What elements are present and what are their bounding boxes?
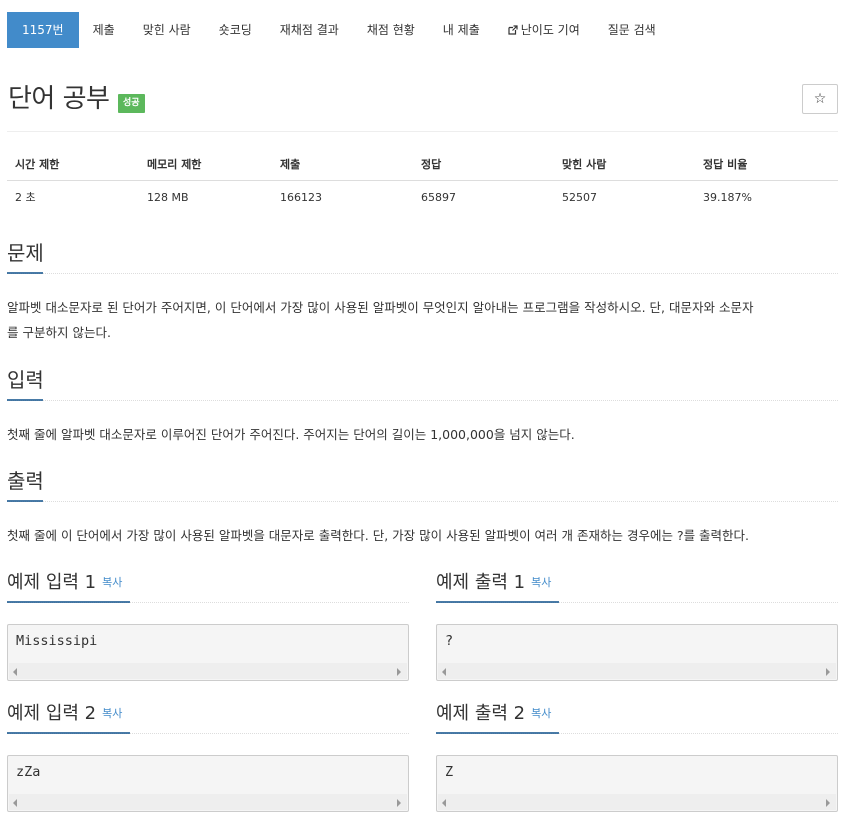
- header-memory-limit: 메모리 제한: [147, 158, 202, 171]
- section-heading-description: 문제: [7, 241, 44, 265]
- sample-underline: [7, 601, 130, 603]
- tab-rejudge-results[interactable]: 재채점 결과: [266, 12, 353, 48]
- sample-header: 예제 입력 1 복사: [7, 570, 409, 600]
- sample-code-box[interactable]: Mississipi: [7, 624, 409, 681]
- sample-input-1: 예제 입력 1 복사 Mississipi: [7, 570, 409, 681]
- horizontal-scrollbar[interactable]: [438, 794, 836, 810]
- tab-my-submissions[interactable]: 내 제출: [429, 12, 494, 48]
- section-divider: [7, 501, 838, 502]
- copy-button[interactable]: 복사: [102, 707, 122, 720]
- tab-difficulty-label: 난이도 기여: [520, 23, 580, 37]
- section-heading-output: 출력: [7, 469, 44, 493]
- tab-status[interactable]: 채점 현황: [353, 12, 429, 48]
- value-solved-users[interactable]: 52507: [554, 191, 695, 204]
- sample-header: 예제 출력 2 복사: [436, 701, 838, 731]
- table-header-row: 시간 제한 메모리 제한 제출 정답 맞힌 사람 정답 비율: [7, 148, 838, 181]
- scroll-left-icon[interactable]: [442, 799, 446, 807]
- sample-title: 예제 출력 2: [436, 703, 526, 724]
- value-memory-limit: 128 MB: [147, 190, 189, 204]
- horizontal-scrollbar[interactable]: [438, 663, 836, 679]
- sample-code: Mississipi: [16, 633, 98, 649]
- value-time-limit: 2 초: [15, 191, 36, 204]
- sample-underline: [436, 732, 559, 734]
- section-input: 입력 첫째 줄에 알파벳 대소문자로 이루어진 단어가 주어진다. 주어지는 단…: [7, 366, 838, 442]
- tab-solved-users[interactable]: 맞힌 사람: [129, 12, 205, 48]
- value-accept-rate: 39.187%: [703, 190, 752, 204]
- horizontal-scrollbar[interactable]: [9, 663, 407, 679]
- value-accepted[interactable]: 65897: [413, 191, 554, 204]
- external-link-icon: [508, 25, 518, 35]
- copy-button[interactable]: 복사: [102, 576, 122, 589]
- horizontal-scrollbar[interactable]: [9, 794, 407, 810]
- problem-info-table: 시간 제한 메모리 제한 제출 정답 맞힌 사람 정답 비율 2 초 128 M…: [7, 148, 838, 213]
- sample-header: 예제 입력 2 복사: [7, 701, 409, 731]
- tab-difficulty-contribute[interactable]: 난이도 기여: [494, 12, 594, 48]
- header-accept-rate: 정답 비율: [703, 158, 748, 171]
- header-solved-users: 맞힌 사람: [562, 158, 607, 171]
- scroll-right-icon[interactable]: [826, 668, 830, 676]
- section-divider: [7, 400, 838, 401]
- header-submissions: 제출: [280, 158, 301, 171]
- sample-underline: [7, 732, 130, 734]
- description-text-line2: 를 구분하지 않는다.: [7, 325, 111, 340]
- problem-nav: 1157번 제출 맞힌 사람 숏코딩 재채점 결과 채점 현황 내 제출 난이도…: [7, 12, 670, 48]
- scroll-left-icon[interactable]: [13, 668, 17, 676]
- scroll-right-icon[interactable]: [826, 799, 830, 807]
- divider: [7, 131, 838, 132]
- star-icon: ☆: [813, 91, 827, 107]
- copy-button[interactable]: 복사: [531, 707, 551, 720]
- sample-code-box[interactable]: Z: [436, 755, 838, 812]
- sample-code: zZa: [16, 764, 41, 780]
- page-title: 단어 공부: [8, 84, 110, 114]
- tab-short-coding[interactable]: 숏코딩: [205, 12, 266, 48]
- sample-code-box[interactable]: ?: [436, 624, 838, 681]
- sample-underline: [436, 601, 559, 603]
- scroll-right-icon[interactable]: [397, 799, 401, 807]
- section-output: 출력 첫째 줄에 이 단어에서 가장 많이 사용된 알파벳을 대문자로 출력한다…: [7, 467, 838, 543]
- heading-underline: [7, 272, 43, 274]
- section-divider: [7, 273, 838, 274]
- description-text-line1: 알파벳 대소문자로 된 단어가 주어지면, 이 단어에서 가장 많이 사용된 알…: [7, 300, 754, 315]
- scroll-right-icon[interactable]: [397, 668, 401, 676]
- header-accepted: 정답: [421, 158, 442, 171]
- section-heading-input: 입력: [7, 368, 44, 392]
- heading-underline: [7, 500, 43, 502]
- copy-button[interactable]: 복사: [531, 576, 551, 589]
- scroll-left-icon[interactable]: [13, 799, 17, 807]
- sample-title: 예제 입력 1: [7, 572, 97, 593]
- sample-header: 예제 출력 1 복사: [436, 570, 838, 600]
- sample-title: 예제 출력 1: [436, 572, 526, 593]
- tab-problem-number[interactable]: 1157번: [7, 12, 79, 48]
- sample-input-2: 예제 입력 2 복사 zZa: [7, 701, 409, 812]
- value-submissions[interactable]: 166123: [272, 191, 413, 204]
- heading-underline: [7, 399, 43, 401]
- problem-header: 단어 공부 성공 ☆: [7, 82, 838, 116]
- sample-code: ?: [445, 633, 454, 649]
- status-badge: 성공: [118, 94, 145, 113]
- sample-output-1: 예제 출력 1 복사 ?: [436, 570, 838, 681]
- output-text: 첫째 줄에 이 단어에서 가장 많이 사용된 알파벳을 대문자로 출력한다. 단…: [7, 528, 750, 543]
- input-text: 첫째 줄에 알파벳 대소문자로 이루어진 단어가 주어진다. 주어지는 단어의 …: [7, 427, 575, 442]
- scroll-left-icon[interactable]: [442, 668, 446, 676]
- tab-question-search[interactable]: 질문 검색: [594, 12, 670, 48]
- header-time-limit: 시간 제한: [15, 158, 60, 171]
- favorite-button[interactable]: ☆: [802, 84, 838, 114]
- sample-title: 예제 입력 2: [7, 703, 97, 724]
- tab-submit[interactable]: 제출: [79, 12, 129, 48]
- table-row: 2 초 128 MB 166123 65897 52507 39.187%: [7, 181, 838, 213]
- sample-code-box[interactable]: zZa: [7, 755, 409, 812]
- sample-code: Z: [445, 764, 454, 780]
- sample-output-2: 예제 출력 2 복사 Z: [436, 701, 838, 812]
- section-description: 문제 알파벳 대소문자로 된 단어가 주어지면, 이 단어에서 가장 많이 사용…: [7, 239, 838, 340]
